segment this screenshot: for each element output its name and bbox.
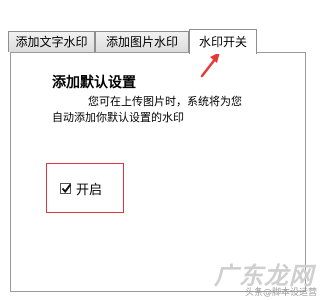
section-description: 您可在上传图片时，系统将为您 自动添加你默认设置的水印 <box>52 94 262 126</box>
description-line-2: 自动添加你默认设置的水印 <box>52 111 184 124</box>
red-arrow-icon <box>200 52 220 78</box>
tab-watermark-switch[interactable]: 水印开关 <box>189 29 257 54</box>
section-heading: 添加默认设置 <box>52 75 136 91</box>
enable-watermark-toggle[interactable]: 开启 <box>60 180 103 198</box>
enable-checkbox-label: 开启 <box>76 182 103 198</box>
enable-checkbox[interactable] <box>60 182 72 194</box>
watermark-credit: 头条@脚本设运营 <box>245 288 318 298</box>
tab-strip: 添加文字水印 添加图片水印 水印开关 <box>8 29 308 54</box>
tab-add-image-watermark[interactable]: 添加图片水印 <box>95 31 189 52</box>
checkmark-icon <box>61 183 72 193</box>
description-line-1: 您可在上传图片时，系统将为您 <box>88 95 242 108</box>
watermark-settings-window: 添加文字水印 添加图片水印 水印开关 添加默认设置 您可在上传图片时，系统将为您… <box>0 0 317 301</box>
tab-add-text-watermark[interactable]: 添加文字水印 <box>8 31 95 52</box>
